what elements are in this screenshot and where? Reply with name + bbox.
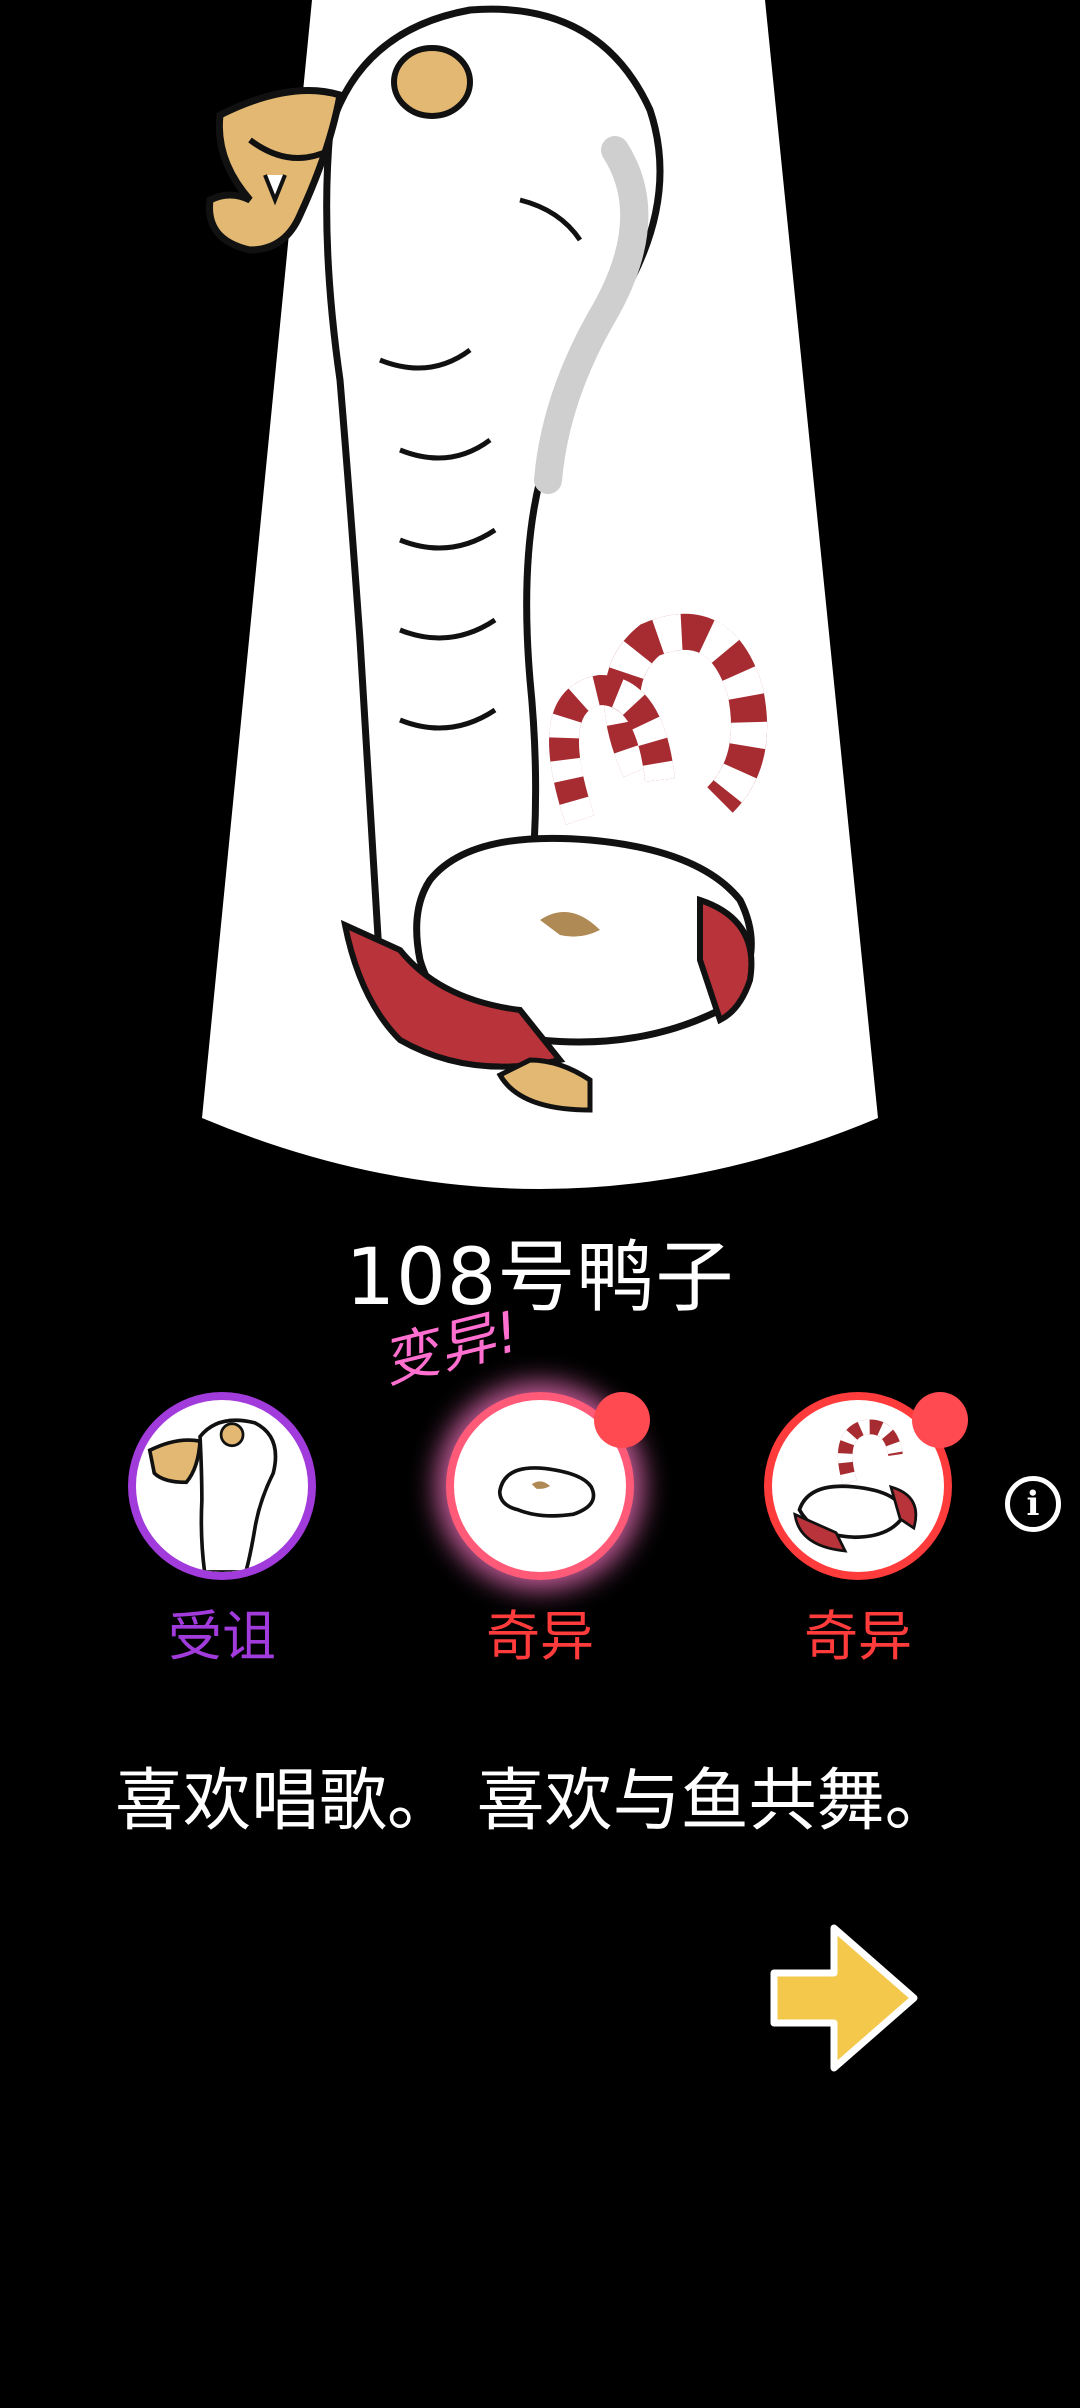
trait-strange-2-label: 奇异: [804, 1605, 912, 1668]
trait-strange-1-label: 奇异: [486, 1605, 594, 1668]
new-indicator-dot: [912, 1392, 968, 1448]
trait-cursed-label: 受诅: [168, 1605, 276, 1668]
new-indicator-dot: [594, 1392, 650, 1448]
trait-cursed-icon: [128, 1392, 316, 1580]
character-name: 108号鸭子: [345, 1233, 735, 1323]
character-description: 喜欢唱歌。 喜欢与鱼共舞。: [115, 1762, 953, 1841]
next-arrow-icon[interactable]: [764, 1918, 924, 2078]
duck-character-illustration: [206, 5, 768, 1113]
info-icon[interactable]: i: [1005, 1476, 1061, 1532]
